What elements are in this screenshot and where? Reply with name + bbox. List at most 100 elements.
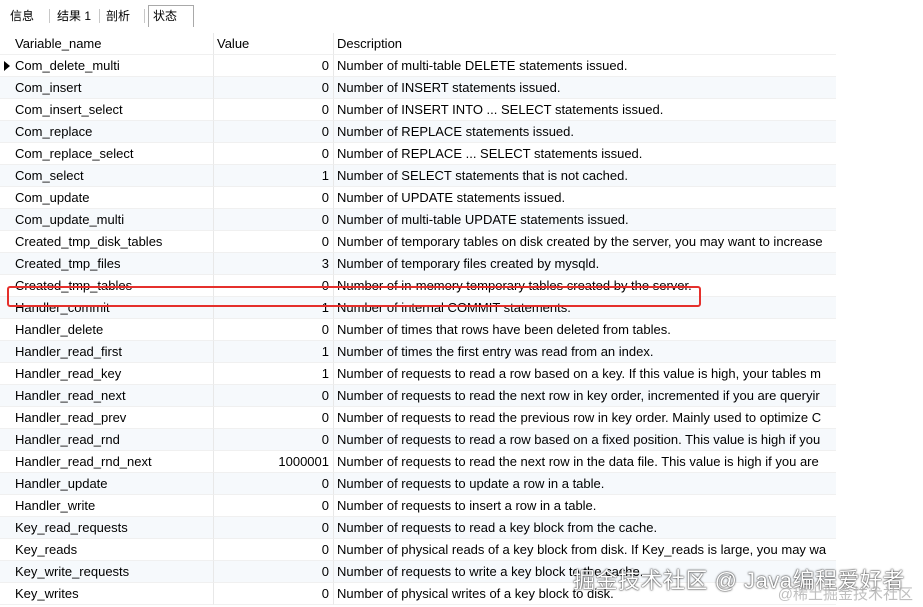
cell-variable-name[interactable]: Com_insert [12,77,214,99]
cell-description[interactable]: Number of REPLACE ... SELECT statements … [334,143,836,165]
row-indicator[interactable] [0,517,12,539]
row-indicator[interactable] [0,341,12,363]
table-row[interactable]: Handler_commit 1 Number of internal COMMIT… [0,297,836,319]
cell-description[interactable]: Number of requests to read a row based o… [334,363,836,385]
cell-value[interactable]: 0 [214,385,334,407]
cell-variable-name[interactable]: Key_write_requests [12,561,214,583]
row-indicator[interactable] [0,121,12,143]
row-indicator[interactable] [0,165,12,187]
cell-variable-name[interactable]: Com_update_multi [12,209,214,231]
cell-description[interactable]: Number of UPDATE statements issued. [334,187,836,209]
cell-value[interactable]: 0 [214,495,334,517]
cell-value[interactable]: 0 [214,209,334,231]
cell-value[interactable]: 0 [214,407,334,429]
cell-description[interactable]: Number of requests to insert a row in a … [334,495,836,517]
cell-variable-name[interactable]: Created_tmp_files [12,253,214,275]
cell-description[interactable]: Number of physical reads of a key block … [334,539,836,561]
cell-variable-name[interactable]: Handler_read_first [12,341,214,363]
cell-variable-name[interactable]: Key_writes [12,583,214,605]
cell-variable-name[interactable]: Created_tmp_disk_tables [12,231,214,253]
cell-variable-name[interactable]: Handler_write [12,495,214,517]
cell-value[interactable]: 0 [214,99,334,121]
cell-variable-name[interactable]: Handler_commit [12,297,214,319]
row-indicator[interactable] [0,297,12,319]
table-row[interactable]: Com_update 0 Number of UPDATE statements i… [0,187,836,209]
cell-variable-name[interactable]: Handler_delete [12,319,214,341]
cell-description[interactable]: Number of in-memory temporary tables cre… [334,275,836,297]
cell-value[interactable]: 0 [214,429,334,451]
table-row[interactable]: Com_delete_multi 0 Number of multi-table D… [0,55,836,77]
row-indicator[interactable] [0,583,12,605]
cell-description[interactable]: Number of requests to read a row based o… [334,429,836,451]
cell-variable-name[interactable]: Com_delete_multi [12,55,214,77]
column-header-variable-name[interactable]: Variable_name [12,33,214,55]
cell-value[interactable]: 0 [214,55,334,77]
row-indicator[interactable] [0,539,12,561]
cell-variable-name[interactable]: Handler_read_rnd [12,429,214,451]
table-row[interactable]: Handler_read_next 0 Number of requests to … [0,385,836,407]
cell-variable-name[interactable]: Com_select [12,165,214,187]
tab-info[interactable]: 信息 [6,6,38,26]
cell-description[interactable]: Number of requests to read a key block f… [334,517,836,539]
row-indicator[interactable] [0,561,12,583]
tab-profile[interactable]: 剖析 [102,6,134,26]
row-indicator[interactable] [0,319,12,341]
table-row[interactable]: Handler_read_key 1 Number of requests to r… [0,363,836,385]
table-row[interactable]: Created_tmp_tables 0 Number of in-memory t… [0,275,836,297]
cell-value[interactable]: 3 [214,253,334,275]
row-indicator[interactable] [0,55,12,77]
cell-value[interactable]: 0 [214,517,334,539]
table-row[interactable]: Created_tmp_files 3 Number of temporary fi… [0,253,836,275]
row-indicator[interactable] [0,143,12,165]
table-row[interactable]: Com_replace 0 Number of REPLACE statements… [0,121,836,143]
cell-variable-name[interactable]: Created_tmp_tables [12,275,214,297]
table-row[interactable]: Key_reads 0 Number of physical reads of a … [0,539,836,561]
cell-description[interactable]: Number of requests to read the next row … [334,385,836,407]
cell-variable-name[interactable]: Handler_read_key [12,363,214,385]
table-row[interactable]: Com_insert_select 0 Number of INSERT INTO … [0,99,836,121]
cell-value[interactable]: 1 [214,363,334,385]
cell-variable-name[interactable]: Handler_read_next [12,385,214,407]
row-indicator[interactable] [0,385,12,407]
table-row[interactable]: Com_update_multi 0 Number of multi-table U… [0,209,836,231]
cell-description[interactable]: Number of REPLACE statements issued. [334,121,836,143]
cell-description[interactable]: Number of requests to read the previous … [334,407,836,429]
cell-description[interactable]: Number of times that rows have been dele… [334,319,836,341]
row-indicator[interactable] [0,275,12,297]
table-row[interactable]: Handler_read_prev 0 Number of requests to … [0,407,836,429]
table-row[interactable]: Handler_read_rnd 0 Number of requests to r… [0,429,836,451]
table-row[interactable]: Handler_write 0 Number of requests to inse… [0,495,836,517]
cell-description[interactable]: Number of SELECT statements that is not … [334,165,836,187]
cell-value[interactable]: 1 [214,297,334,319]
cell-description[interactable]: Number of requests to update a row in a … [334,473,836,495]
cell-description[interactable]: Number of temporary files created by mys… [334,253,836,275]
cell-description[interactable]: Number of internal COMMIT statements. [334,297,836,319]
cell-variable-name[interactable]: Handler_read_prev [12,407,214,429]
cell-description[interactable]: Number of requests to read the next row … [334,451,836,473]
cell-value[interactable]: 0 [214,583,334,605]
cell-description[interactable]: Number of INSERT INTO ... SELECT stateme… [334,99,836,121]
row-indicator[interactable] [0,429,12,451]
cell-variable-name[interactable]: Handler_update [12,473,214,495]
table-row[interactable]: Com_replace_select 0 Number of REPLACE ...… [0,143,836,165]
table-row[interactable]: Handler_read_first 1 Number of times the f… [0,341,836,363]
column-header-description[interactable]: Description [334,33,836,55]
column-header-value[interactable]: Value [214,33,334,55]
table-row[interactable]: Handler_delete 0 Number of times that rows… [0,319,836,341]
cell-variable-name[interactable]: Handler_read_rnd_next [12,451,214,473]
cell-variable-name[interactable]: Com_replace_select [12,143,214,165]
cell-description[interactable]: Number of multi-table DELETE statements … [334,55,836,77]
cell-value[interactable]: 1 [214,341,334,363]
cell-variable-name[interactable]: Com_update [12,187,214,209]
cell-value[interactable]: 0 [214,121,334,143]
cell-value[interactable]: 0 [214,187,334,209]
cell-value[interactable]: 0 [214,231,334,253]
cell-variable-name[interactable]: Com_replace [12,121,214,143]
row-indicator[interactable] [0,451,12,473]
cell-value[interactable]: 1000001 [214,451,334,473]
cell-value[interactable]: 0 [214,473,334,495]
row-indicator[interactable] [0,473,12,495]
cell-value[interactable]: 0 [214,539,334,561]
table-row[interactable]: Key_read_requests 0 Number of requests to … [0,517,836,539]
tab-result-1[interactable]: 结果 1 [53,6,95,26]
